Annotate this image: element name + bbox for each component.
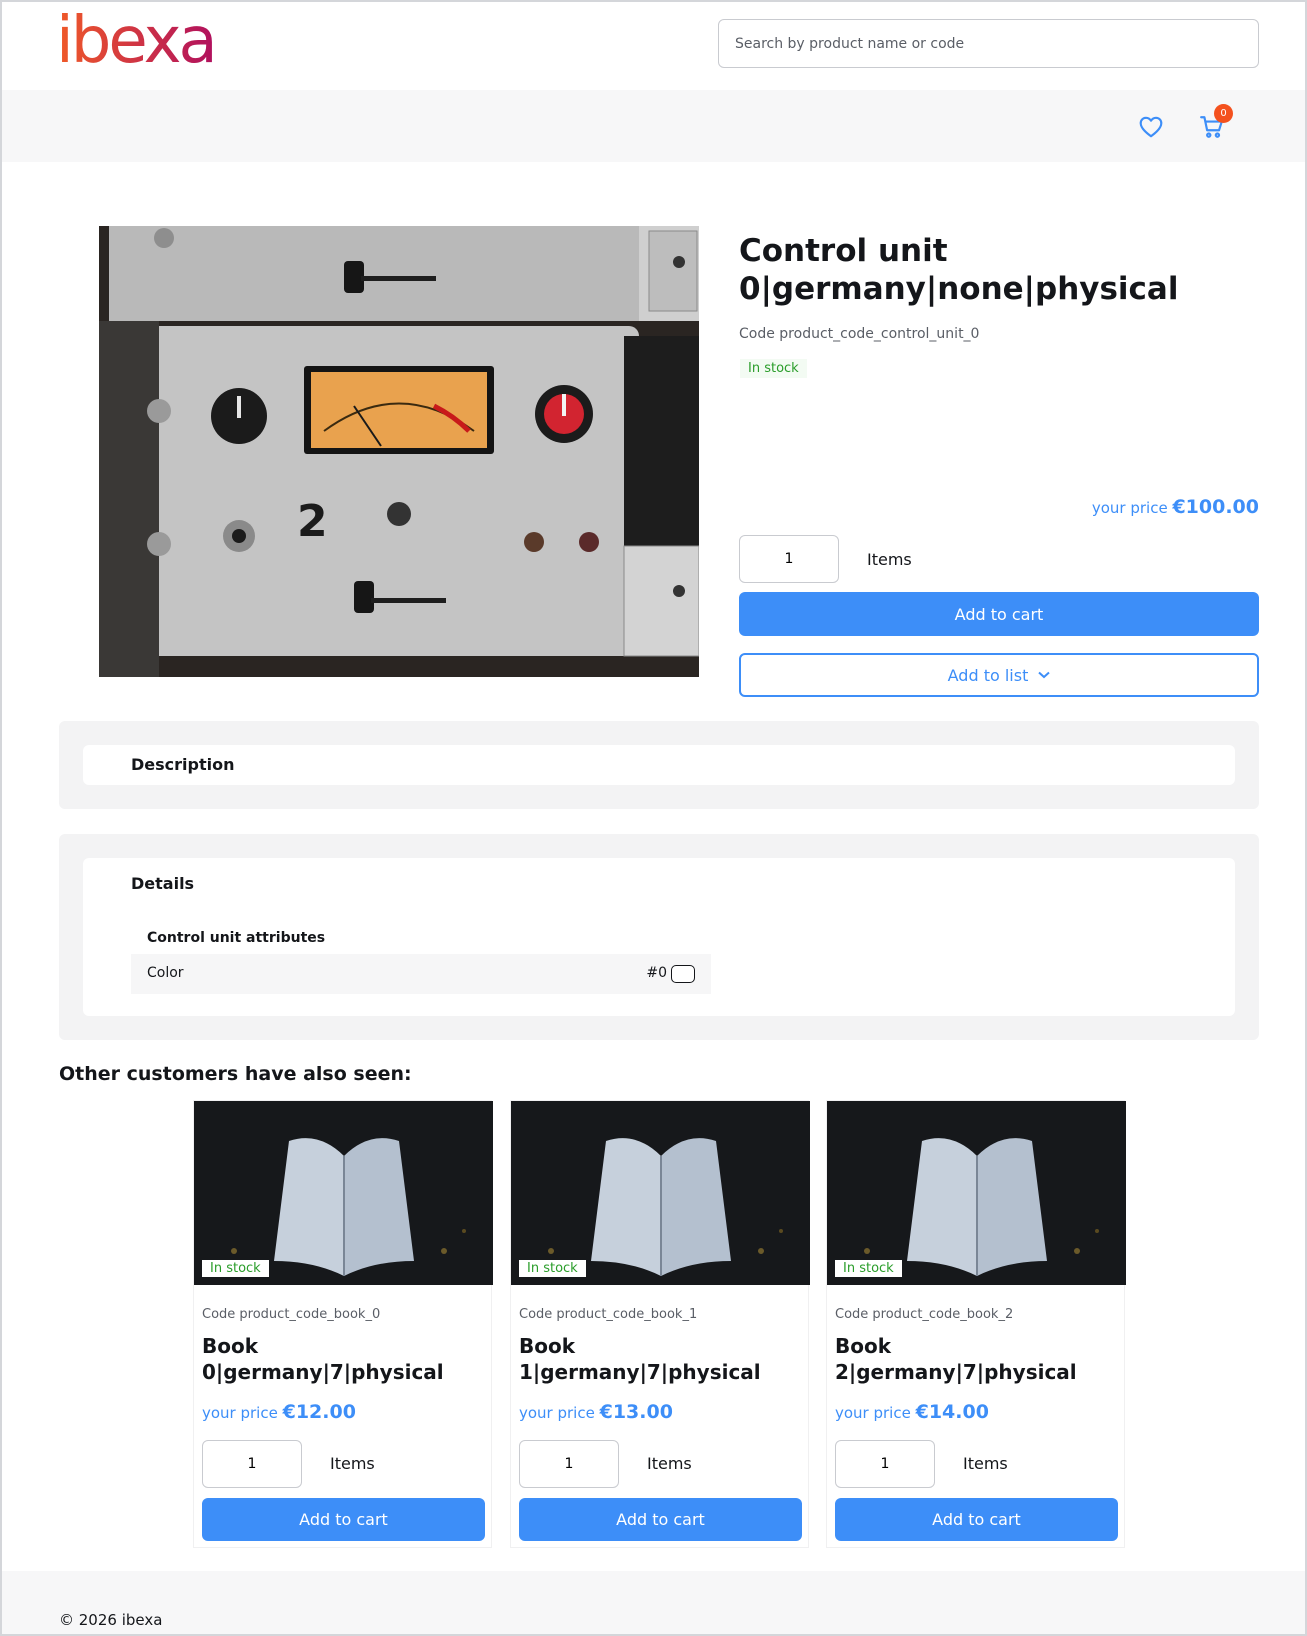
cart-count-badge: 0 — [1214, 104, 1233, 123]
footer: © 2026 ibexa — [2, 1571, 1305, 1634]
ibexa-logo[interactable]: ibexa — [56, 4, 226, 78]
card-title[interactable]: Book 0|germany|7|physical — [202, 1333, 487, 1385]
add-to-list-label: Add to list — [947, 665, 1029, 685]
add-to-cart-button[interactable]: Add to cart — [739, 592, 1259, 636]
card-price: your price €13.00 — [519, 1401, 673, 1423]
card-stock-badge: In stock — [519, 1260, 586, 1277]
copyright-text: © 2026 ibexa — [59, 1611, 163, 1629]
details-panel: Details Control unit attributes Color #0 — [59, 834, 1259, 1040]
details-content: Details Control unit attributes Color #0 — [83, 858, 1235, 1016]
card-code: Code product_code_book_0 — [202, 1307, 381, 1322]
add-to-list-button[interactable]: Add to list — [739, 653, 1259, 697]
stock-badge: In stock — [740, 359, 807, 378]
card-image — [194, 1101, 493, 1285]
product-title: Control unit 0|germany|none|physical — [739, 233, 1179, 307]
card-code: Code product_code_book_2 — [835, 1307, 1014, 1322]
card-price-amount: €13.00 — [599, 1401, 673, 1423]
card-image — [511, 1101, 810, 1285]
card-price-amount: €12.00 — [282, 1401, 356, 1423]
card-title[interactable]: Book 2|germany|7|physical — [835, 1333, 1120, 1385]
card-items-label: Items — [330, 1454, 375, 1473]
recommendations-title: Other customers have also seen: — [59, 1063, 412, 1085]
price-label: your price — [1091, 499, 1168, 517]
attribute-name: Color — [147, 965, 184, 981]
search-input[interactable] — [718, 19, 1259, 68]
card-price-label: your price — [202, 1404, 278, 1422]
panel-number-graphic: 2 — [297, 496, 328, 547]
attributes-title: Control unit attributes — [147, 930, 326, 946]
product-image: 2 — [99, 226, 699, 677]
logo-text: ibexa — [56, 10, 215, 76]
card-add-to-cart-button[interactable]: Add to cart — [835, 1498, 1118, 1541]
card-code: Code product_code_book_1 — [519, 1307, 698, 1322]
product-card[interactable]: In stock Code product_code_book_0 Book 0… — [193, 1100, 493, 1548]
card-quantity-input[interactable] — [835, 1440, 935, 1488]
card-add-to-cart-button[interactable]: Add to cart — [519, 1498, 802, 1541]
card-quantity-input[interactable] — [519, 1440, 619, 1488]
product-card[interactable]: In stock Code product_code_book_1 Book 1… — [510, 1100, 810, 1548]
card-price: your price €14.00 — [835, 1401, 989, 1423]
wishlist-heart-icon[interactable] — [1138, 114, 1164, 140]
card-stock-badge: In stock — [202, 1260, 269, 1277]
card-price-amount: €14.00 — [915, 1401, 989, 1423]
price-amount: €100.00 — [1172, 496, 1259, 518]
details-title: Details — [131, 874, 195, 893]
card-price-label: your price — [835, 1404, 911, 1422]
nav-bar — [2, 90, 1305, 162]
card-price: your price €12.00 — [202, 1401, 356, 1423]
card-image — [827, 1101, 1126, 1285]
card-items-label: Items — [963, 1454, 1008, 1473]
card-stock-badge: In stock — [835, 1260, 902, 1277]
items-label: Items — [867, 550, 912, 569]
card-title[interactable]: Book 1|germany|7|physical — [519, 1333, 804, 1385]
attribute-row: Color #0 — [131, 954, 711, 994]
card-quantity-input[interactable] — [202, 1440, 302, 1488]
product-code: Code product_code_control_unit_0 — [739, 326, 980, 342]
card-add-to-cart-button[interactable]: Add to cart — [202, 1498, 485, 1541]
description-header[interactable]: Description — [83, 745, 1235, 785]
color-swatch — [671, 965, 695, 983]
chevron-down-icon — [1038, 671, 1051, 679]
description-panel: Description — [59, 721, 1259, 809]
description-title: Description — [131, 755, 235, 774]
attribute-value: #0 — [646, 965, 667, 981]
card-items-label: Items — [647, 1454, 692, 1473]
product-price: your price €100.00 — [1092, 496, 1259, 518]
product-card[interactable]: In stock Code product_code_book_2 Book 2… — [826, 1100, 1126, 1548]
quantity-input[interactable] — [739, 535, 839, 583]
card-price-label: your price — [519, 1404, 595, 1422]
